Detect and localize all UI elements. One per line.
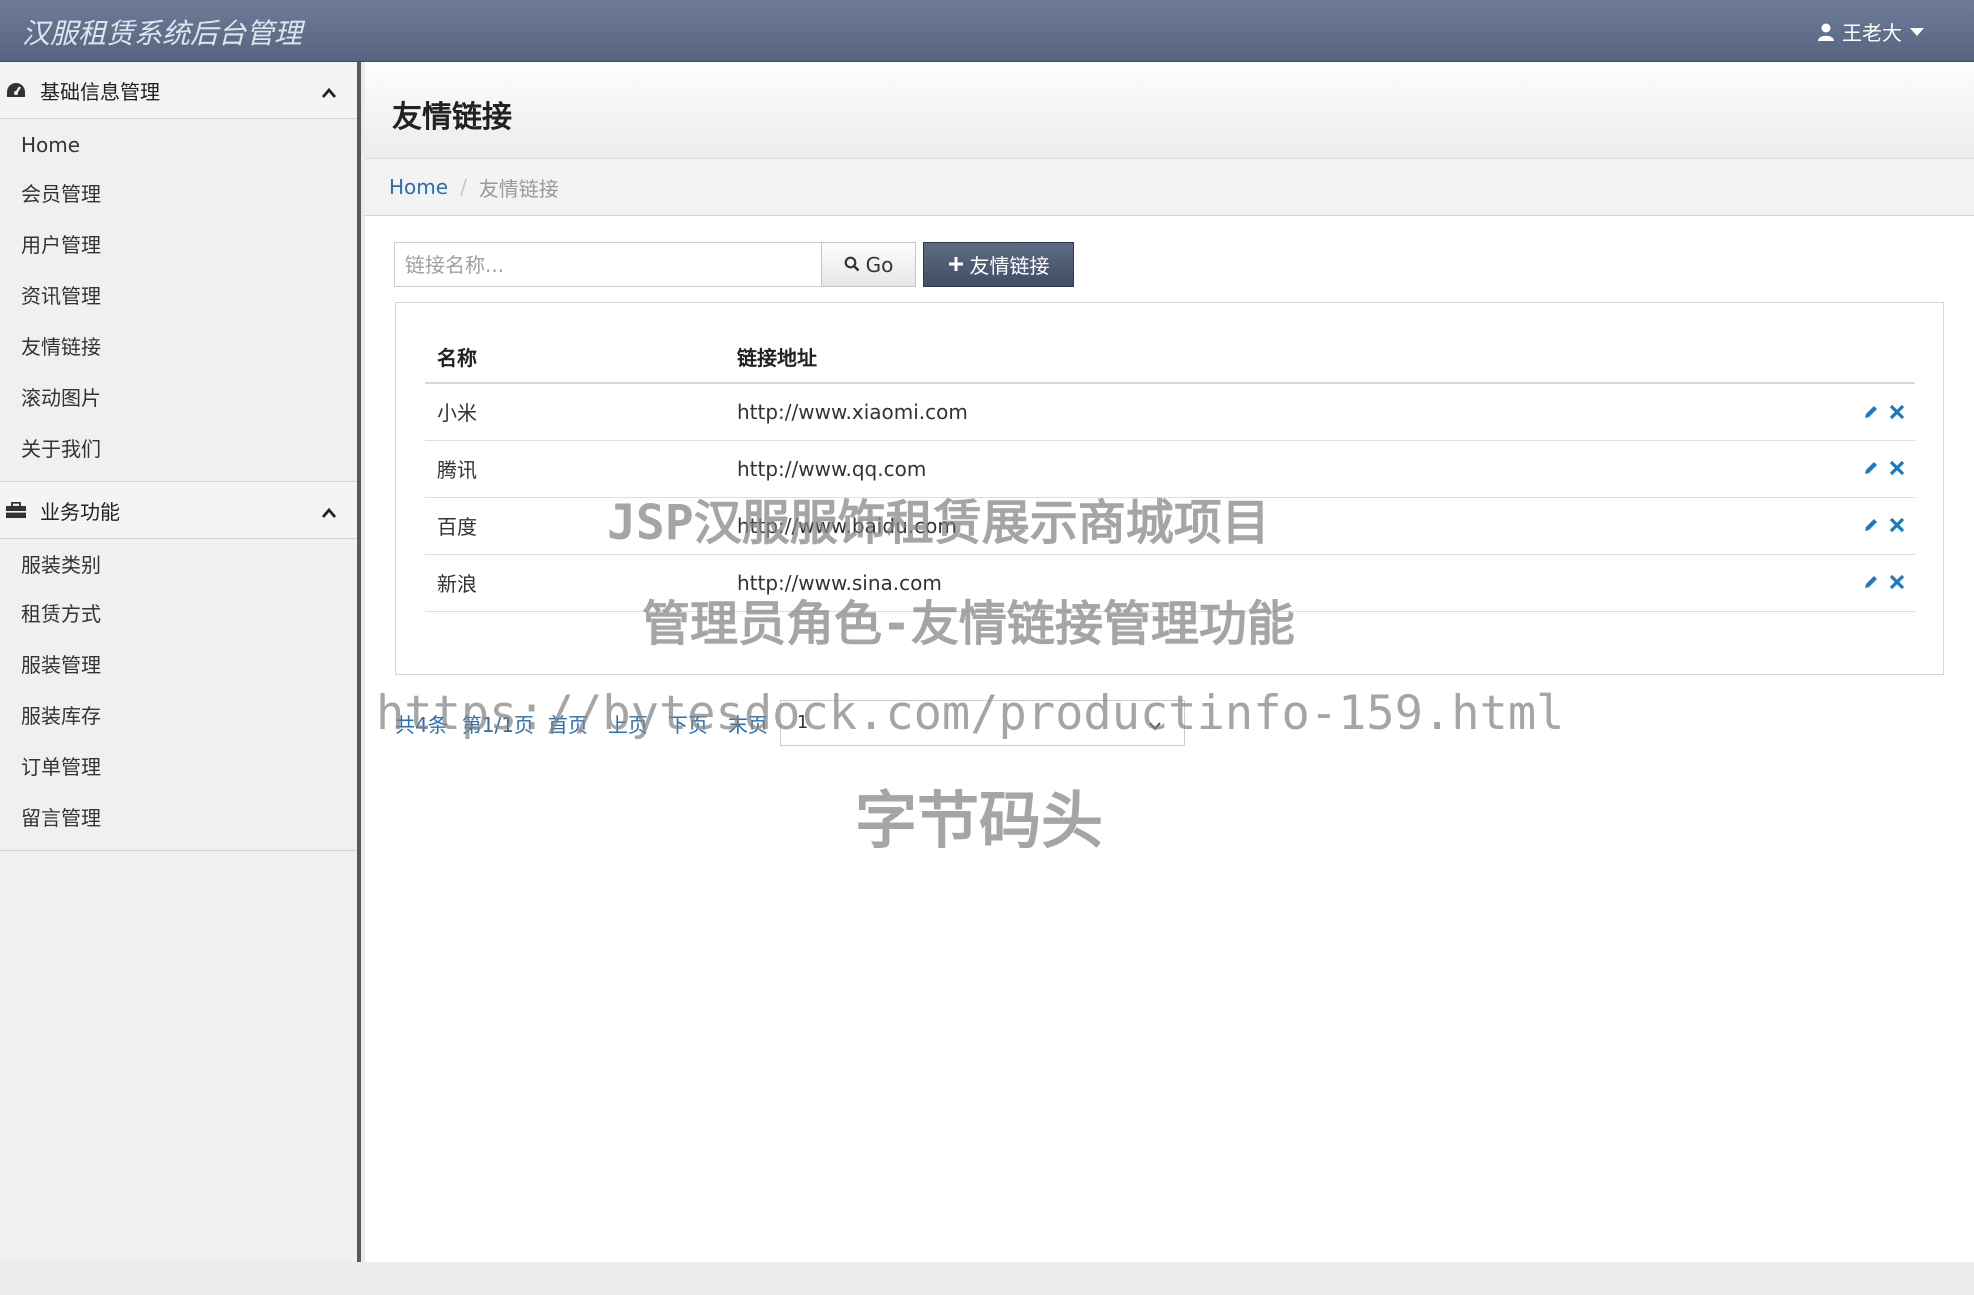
sidebar-item-clothing[interactable]: 服装管理: [0, 640, 357, 691]
sidebar-item-about[interactable]: 关于我们: [0, 424, 357, 475]
sidebar-item-home[interactable]: Home: [0, 125, 357, 169]
dashboard-icon: [6, 79, 28, 101]
sidebar-item-orders[interactable]: 订单管理: [0, 742, 357, 793]
sidebar-section-title: 基础信息管理: [40, 79, 160, 104]
sidebar-section-title: 业务功能: [40, 499, 120, 524]
go-label: Go: [865, 252, 894, 277]
breadcrumb-separator: /: [460, 175, 467, 199]
app-title: 汉服租赁系统后台管理: [22, 17, 303, 50]
user-name: 王老大: [1842, 21, 1902, 45]
edit-icon[interactable]: [1863, 401, 1879, 425]
search-icon: [844, 253, 860, 277]
breadcrumb-home[interactable]: Home: [389, 175, 448, 199]
breadcrumb-current: 友情链接: [478, 176, 559, 201]
briefcase-icon: [6, 499, 28, 521]
add-link-button[interactable]: 友情链接: [923, 242, 1074, 287]
user-menu[interactable]: 王老大: [1818, 17, 1924, 46]
sidebar-section-basic[interactable]: 基础信息管理: [0, 62, 357, 119]
delete-icon[interactable]: [1889, 401, 1905, 425]
sidebar-item-messages[interactable]: 留言管理: [0, 793, 357, 844]
column-header-name: 名称: [425, 330, 725, 384]
sidebar-item-categories[interactable]: 服装类别: [0, 545, 357, 589]
edit-icon[interactable]: [1863, 514, 1879, 538]
sidebar-item-news[interactable]: 资讯管理: [0, 271, 357, 322]
chevron-up-icon: [321, 80, 337, 104]
column-header-actions: [1795, 330, 1915, 384]
sidebar-item-users[interactable]: 用户管理: [0, 220, 357, 271]
cell-actions: [1795, 440, 1915, 498]
watermark-line-3: https://bytesdock.com/productinfo-159.ht…: [376, 686, 1565, 741]
watermark-line-1: JSP汉服服饰租赁展示商城项目: [607, 495, 1270, 551]
cell-name: 小米: [425, 383, 725, 441]
page-title: 友情链接: [392, 100, 512, 135]
sidebar-item-members[interactable]: 会员管理: [0, 169, 357, 220]
chevron-up-icon: [321, 500, 337, 524]
sidebar-item-inventory[interactable]: 服装库存: [0, 691, 357, 742]
caret-down-icon: [1910, 27, 1924, 37]
column-header-url: 链接地址: [725, 330, 1795, 384]
search-input[interactable]: [394, 242, 821, 287]
toolbar: Go 友情链接: [394, 242, 1074, 287]
sidebar-item-links[interactable]: 友情链接: [0, 322, 357, 373]
plus-icon: [948, 253, 964, 277]
cell-actions: [1795, 383, 1915, 441]
delete-icon[interactable]: [1889, 457, 1905, 481]
sidebar-item-carousel[interactable]: 滚动图片: [0, 373, 357, 424]
edit-icon[interactable]: [1863, 457, 1879, 481]
cell-actions: [1795, 497, 1915, 555]
edit-icon[interactable]: [1863, 571, 1879, 595]
sidebar-list-business: 服装类别 租赁方式 服装管理 服装库存 订单管理 留言管理: [0, 539, 357, 851]
add-link-label: 友情链接: [969, 254, 1050, 278]
top-navbar: 汉服租赁系统后台管理 王老大: [0, 0, 1974, 62]
sidebar-section-business[interactable]: 业务功能: [0, 482, 357, 539]
watermark-line-2: 管理员角色-友情链接管理功能: [642, 596, 1295, 652]
links-table: 名称 链接地址 小米 http://www.xiaomi.com 腾讯 http…: [425, 330, 1915, 612]
cell-url: http://www.xiaomi.com: [725, 383, 1795, 441]
main-content: 友情链接 Home / 友情链接 Go 友情链接 名称 链接地址: [365, 62, 1974, 1262]
footer-strip: [0, 1262, 1974, 1295]
watermark-line-4: 字节码头: [855, 784, 1104, 857]
breadcrumb: Home / 友情链接: [365, 159, 1974, 216]
sidebar-item-rental-methods[interactable]: 租赁方式: [0, 589, 357, 640]
sidebar-list-basic: Home 会员管理 用户管理 资讯管理 友情链接 滚动图片 关于我们: [0, 119, 357, 482]
delete-icon[interactable]: [1889, 571, 1905, 595]
page-header: 友情链接: [365, 62, 1974, 159]
user-icon: [1818, 23, 1834, 41]
cell-actions: [1795, 554, 1915, 612]
table-row: 小米 http://www.xiaomi.com: [425, 383, 1915, 441]
table-header-row: 名称 链接地址: [425, 330, 1915, 384]
go-button[interactable]: Go: [821, 242, 916, 287]
delete-icon[interactable]: [1889, 514, 1905, 538]
sidebar: 基础信息管理 Home 会员管理 用户管理 资讯管理 友情链接 滚动图片 关于我…: [0, 62, 361, 1262]
